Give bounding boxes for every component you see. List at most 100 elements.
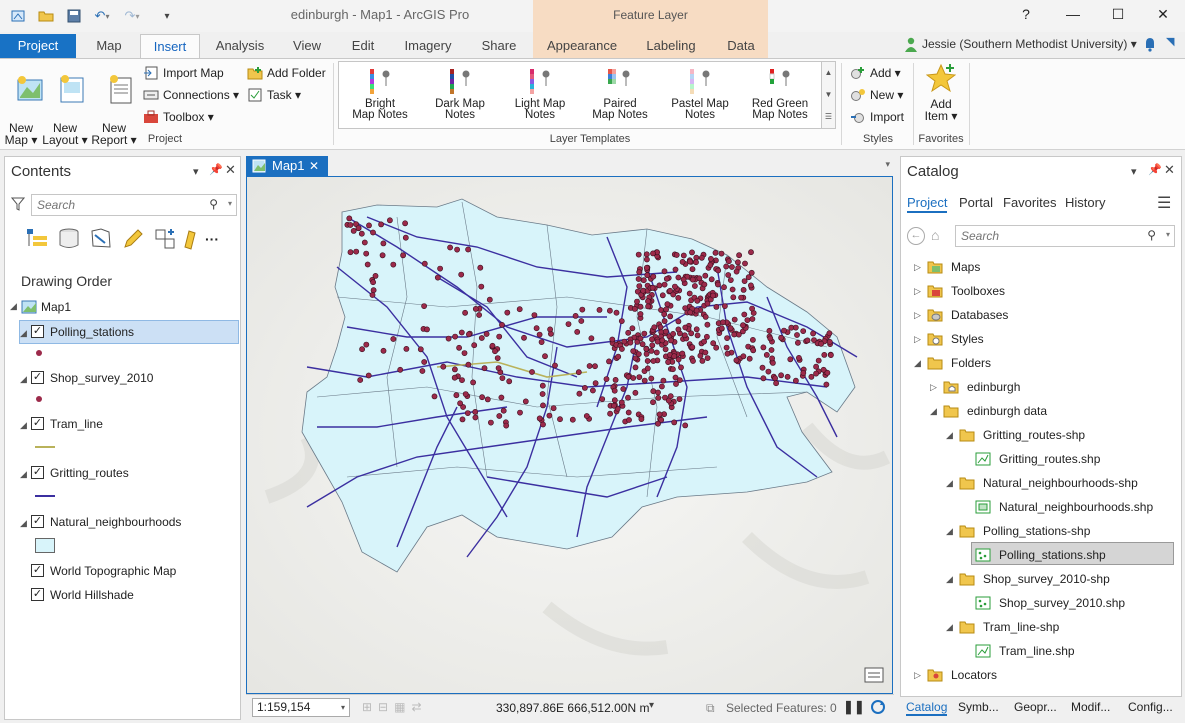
gallery-scroll-up-icon[interactable]: ▲ xyxy=(821,62,835,84)
tab-analysis[interactable]: Analysis xyxy=(208,34,272,58)
layer-visibility-checkbox[interactable]: ✓ xyxy=(31,325,44,338)
polling-station-point[interactable] xyxy=(690,358,696,364)
polling-station-point[interactable] xyxy=(638,416,645,422)
polling-station-point[interactable] xyxy=(725,258,732,265)
polling-station-point[interactable] xyxy=(499,375,506,381)
polling-station-point[interactable] xyxy=(768,347,775,353)
polling-station-point[interactable] xyxy=(503,422,510,429)
polling-station-point[interactable] xyxy=(489,342,496,349)
tab-data[interactable]: Data xyxy=(718,34,764,58)
polling-station-point[interactable] xyxy=(675,356,682,363)
polling-station-point[interactable] xyxy=(804,337,811,344)
polling-station-point[interactable] xyxy=(363,341,370,348)
polling-station-point[interactable] xyxy=(462,391,469,397)
polling-station-point[interactable] xyxy=(813,363,819,370)
expand-icon[interactable]: ▷ xyxy=(914,334,921,345)
polling-station-point[interactable] xyxy=(589,387,596,394)
polling-station-point[interactable] xyxy=(632,389,639,396)
polling-station-point[interactable] xyxy=(632,355,639,362)
polling-station-point[interactable] xyxy=(760,375,767,382)
pane-close-icon[interactable]: ✕ xyxy=(1164,162,1175,178)
polling-station-point[interactable] xyxy=(621,338,628,345)
polling-station-point[interactable] xyxy=(452,333,458,340)
polling-station-point[interactable] xyxy=(660,377,667,384)
layer-visibility-checkbox[interactable]: ✓ xyxy=(31,417,44,430)
collapse-icon[interactable]: ◢ xyxy=(946,430,953,441)
polling-station-point[interactable] xyxy=(678,364,684,371)
tab-insert[interactable]: Insert xyxy=(140,34,200,59)
polling-station-point[interactable] xyxy=(650,388,657,395)
polling-station-point[interactable] xyxy=(792,324,799,331)
point-symbol[interactable] xyxy=(36,396,42,402)
polling-station-point[interactable] xyxy=(500,407,507,414)
polling-station-point[interactable] xyxy=(451,366,458,373)
styles-add-button[interactable]: Add ▾ xyxy=(850,64,901,82)
polling-station-point[interactable] xyxy=(424,326,430,333)
polling-station-point[interactable] xyxy=(625,409,632,416)
pin-icon[interactable]: 📌 xyxy=(1148,163,1162,176)
polling-station-point[interactable] xyxy=(724,335,730,341)
undo-icon[interactable]: ↶ ▾ xyxy=(90,7,114,25)
polling-station-point[interactable] xyxy=(742,260,748,267)
template-paired-map-notes[interactable]: Paired Map Notes xyxy=(581,66,659,121)
polling-station-point[interactable] xyxy=(665,397,672,404)
polling-station-point[interactable] xyxy=(649,342,656,349)
polling-station-point[interactable] xyxy=(689,276,696,283)
polling-station-point[interactable] xyxy=(741,311,748,318)
polling-station-point[interactable] xyxy=(740,353,747,360)
tab-appearance[interactable]: Appearance xyxy=(540,34,624,58)
polling-station-point[interactable] xyxy=(663,306,669,313)
overview-icon[interactable] xyxy=(864,666,884,687)
polling-station-point[interactable] xyxy=(516,306,523,313)
polling-station-point[interactable] xyxy=(668,337,674,344)
polling-station-point[interactable] xyxy=(465,331,472,338)
catalog-item-folders[interactable]: Folders xyxy=(951,353,991,373)
contents-search-box[interactable]: ⚲ ▾ xyxy=(31,194,237,216)
polling-station-point[interactable] xyxy=(687,309,694,316)
toolbox-button[interactable]: Toolbox ▾ xyxy=(143,108,214,126)
polling-station-point[interactable] xyxy=(645,298,651,305)
polling-station-point[interactable] xyxy=(637,303,644,310)
layer-visibility-checkbox[interactable]: ✓ xyxy=(31,588,44,601)
polling-station-point[interactable] xyxy=(533,325,540,332)
polling-station-point[interactable] xyxy=(457,400,463,407)
polling-station-point[interactable] xyxy=(710,292,716,299)
polling-station-point[interactable] xyxy=(472,408,479,415)
polling-station-point[interactable] xyxy=(781,327,787,334)
polling-station-point[interactable] xyxy=(630,348,637,354)
template-dark-map-notes[interactable]: Dark Map Notes xyxy=(421,66,499,121)
polling-station-point[interactable] xyxy=(487,419,494,426)
polling-station-point[interactable] xyxy=(787,356,794,363)
polling-station-point[interactable] xyxy=(639,341,646,348)
polling-station-point[interactable] xyxy=(599,396,606,402)
polling-station-point[interactable] xyxy=(637,335,644,342)
polling-station-point[interactable] xyxy=(458,271,465,278)
polling-station-point[interactable] xyxy=(579,306,586,313)
polling-station-point[interactable] xyxy=(667,313,674,320)
polling-station-point[interactable] xyxy=(653,349,660,356)
polling-station-point[interactable] xyxy=(800,328,807,334)
polling-station-point[interactable] xyxy=(542,353,548,360)
polling-station-point[interactable] xyxy=(517,409,523,416)
pane-options-icon[interactable]: ▾ xyxy=(193,165,199,178)
styles-import-button[interactable]: Import xyxy=(850,108,904,126)
polling-station-point[interactable] xyxy=(495,365,502,371)
polling-station-point[interactable] xyxy=(419,368,426,374)
catalog-item-styles[interactable]: Styles xyxy=(951,329,984,349)
polling-station-point[interactable] xyxy=(644,365,651,372)
polling-station-point[interactable] xyxy=(365,372,372,379)
polling-station-point[interactable] xyxy=(529,369,535,375)
polling-station-point[interactable] xyxy=(665,359,671,365)
polling-station-point[interactable] xyxy=(459,416,466,423)
polling-station-point[interactable] xyxy=(483,331,490,337)
collapse-icon[interactable]: ◢ xyxy=(946,526,953,537)
polling-station-point[interactable] xyxy=(655,394,662,401)
polling-station-point[interactable] xyxy=(648,375,655,382)
polling-station-point[interactable] xyxy=(702,349,709,356)
polling-station-point[interactable] xyxy=(431,393,438,400)
polling-station-point[interactable] xyxy=(728,264,735,270)
polling-station-point[interactable] xyxy=(447,244,453,251)
scale-dropdown-icon[interactable]: ▾ xyxy=(341,699,345,716)
open-folder-icon[interactable] xyxy=(36,7,56,25)
polling-station-point[interactable] xyxy=(494,355,501,361)
